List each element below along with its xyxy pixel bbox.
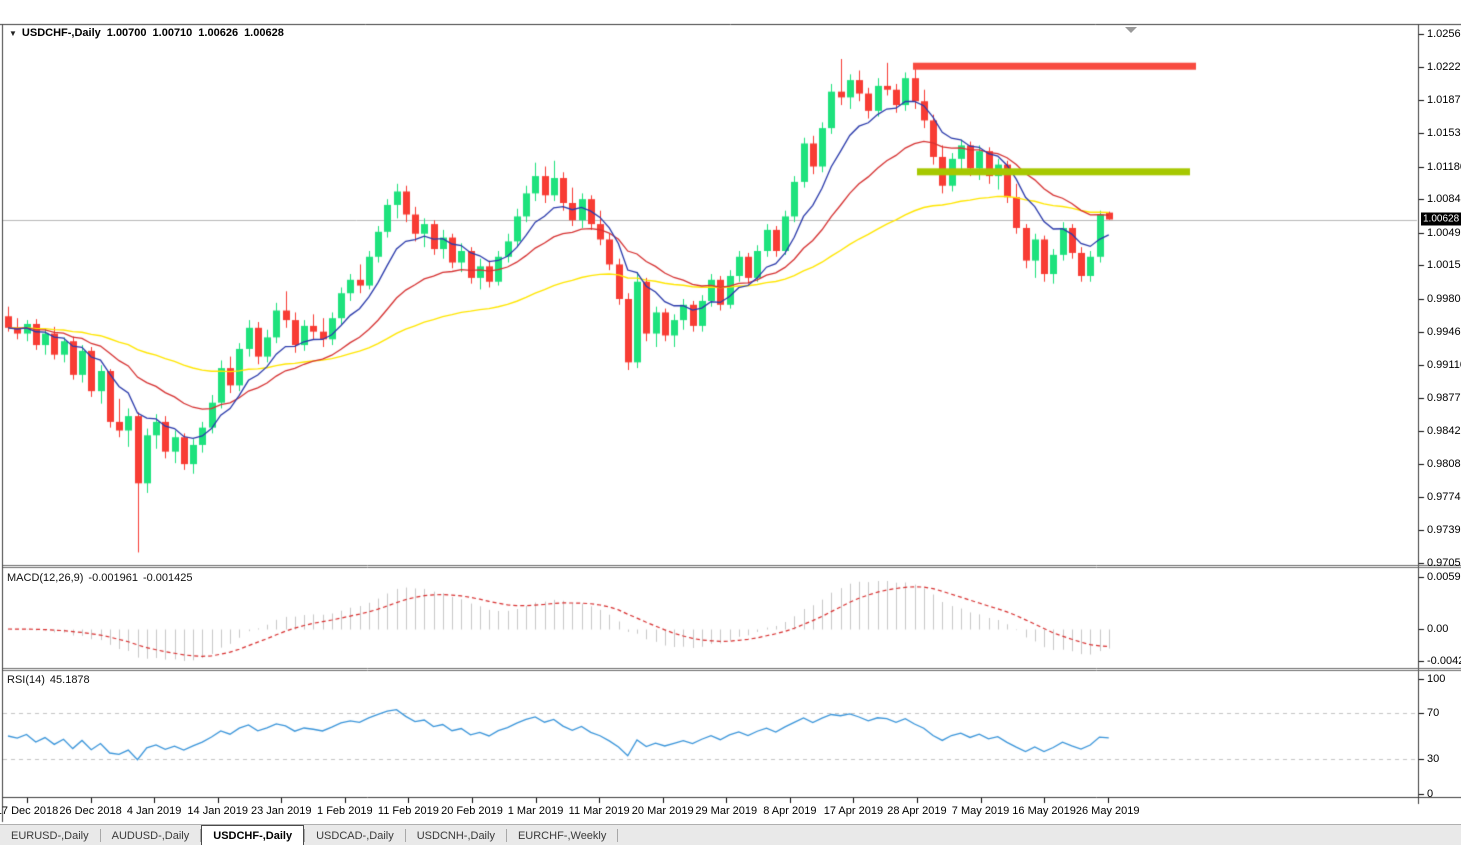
rsi-value: 45.1878 [49,674,90,686]
symbol-tabbar: EURUSD-,Daily AUDUSD-,Daily USDCHF-,Daily U… [0,824,1461,845]
macd-axis-label: -0.004243 [1427,655,1461,667]
date-axis-label: 17 Dec 2018 [0,805,59,817]
rsi-axis-label: 100 [1427,672,1446,685]
macd-value-main: -0.001961 [88,572,138,584]
symbol-tab-eurchf[interactable]: EURCHF-,Weekly [507,825,617,845]
rsi-label: RSI(14) 45.1878 [7,674,90,686]
chart-shift-marker-icon[interactable] [1125,27,1137,33]
price-axis-label: 0.98420 [1427,425,1461,438]
date-axis-label: 26 Dec 2018 [59,805,122,817]
chart-menu-icon[interactable]: ▼ [9,29,17,38]
date-axis-label: 14 Jan 2019 [187,805,248,817]
date-axis-label: 17 Apr 2019 [823,805,884,817]
tab-divider [617,829,619,842]
macd-axis-label: 0.00 [1427,623,1449,635]
macd-name: MACD(12,26,9) [7,572,84,584]
trading-terminal: H4D1W1MN ▼USDCHF-,Daily1.007001.007101.0… [0,0,1461,845]
price-axis-label: 1.00150 [1427,259,1461,272]
chart-canvas[interactable] [0,0,1461,845]
current-price-tag: 1.00628 [1421,212,1461,226]
date-axis-label: 7 May 2019 [951,805,1010,817]
ohlc-low: 1.00626 [198,27,239,39]
ohlc-open: 1.00700 [106,27,147,39]
macd-axis-label: 0.00597 [1427,571,1461,583]
date-axis-label: 1 Feb 2019 [317,805,373,817]
price-axis-label: 1.01180 [1427,160,1461,173]
macd-label: MACD(12,26,9) -0.001961 -0.001425 [7,572,193,584]
price-axis-label: 0.99800 [1427,293,1461,305]
date-axis-label: 28 Apr 2019 [887,805,947,817]
chart-title: ▼ USDCHF-,Daily 1.00700 1.00710 1.00626 1.006… [9,27,284,39]
date-axis-label: 20 Feb 2019 [441,805,503,817]
price-axis-label: 0.99460 [1427,325,1461,338]
chart-symbol: USDCHF-,Daily [21,27,101,39]
symbol-tab-usdcnh[interactable]: USDCNH-,Daily [406,825,506,845]
price-axis-label: 1.01530 [1427,126,1461,139]
price-axis-label: 0.98770 [1427,391,1461,404]
rsi-name: RSI(14) [7,674,45,686]
price-axis-label: 0.97050 [1427,557,1461,569]
date-axis-label: 20 Mar 2019 [631,805,694,817]
date-axis-label: 23 Jan 2019 [250,805,312,817]
date-axis-label: 11 Mar 2019 [568,805,630,817]
price-axis-label: 0.98080 [1427,458,1461,471]
date-axis-label: 4 Jan 2019 [126,805,182,817]
macd-value-signal: -0.001425 [142,572,193,584]
symbol-tab-usdcad[interactable]: USDCAD-,Daily [305,825,405,845]
date-axis-label: 16 May 2019 [1012,805,1076,817]
symbol-tab-usdchf[interactable]: USDCHF-,Daily [201,825,305,845]
date-axis-label: 11 Feb 2019 [377,805,439,817]
rsi-axis-label: 0 [1427,787,1434,800]
price-axis-label: 1.02560 [1427,28,1461,41]
rsi-axis-label: 70 [1427,707,1440,719]
price-axis-label: 0.97740 [1427,490,1461,503]
ohlc-close: 1.00628 [244,27,284,39]
price-axis-label: 1.00840 [1427,193,1461,206]
price-axis-label: 1.01870 [1427,94,1461,107]
date-axis-label: 8 Apr 2019 [763,805,817,817]
price-axis-label: 1.00490 [1427,226,1461,239]
date-axis-label: 29 Mar 2019 [695,805,758,817]
symbol-tab-eurusd[interactable]: EURUSD-,Daily [0,825,100,845]
date-axis-label: 26 May 2019 [1075,805,1140,817]
date-axis-label: 1 Mar 2019 [507,805,564,817]
ohlc-high: 1.00710 [152,27,193,39]
rsi-axis-label: 30 [1427,753,1440,765]
price-axis-label: 0.97390 [1427,524,1461,537]
price-axis-label: 0.99110 [1427,359,1461,372]
price-axis-label: 1.02220 [1427,60,1461,73]
symbol-tab-audusd[interactable]: AUDUSD-,Daily [101,825,201,845]
